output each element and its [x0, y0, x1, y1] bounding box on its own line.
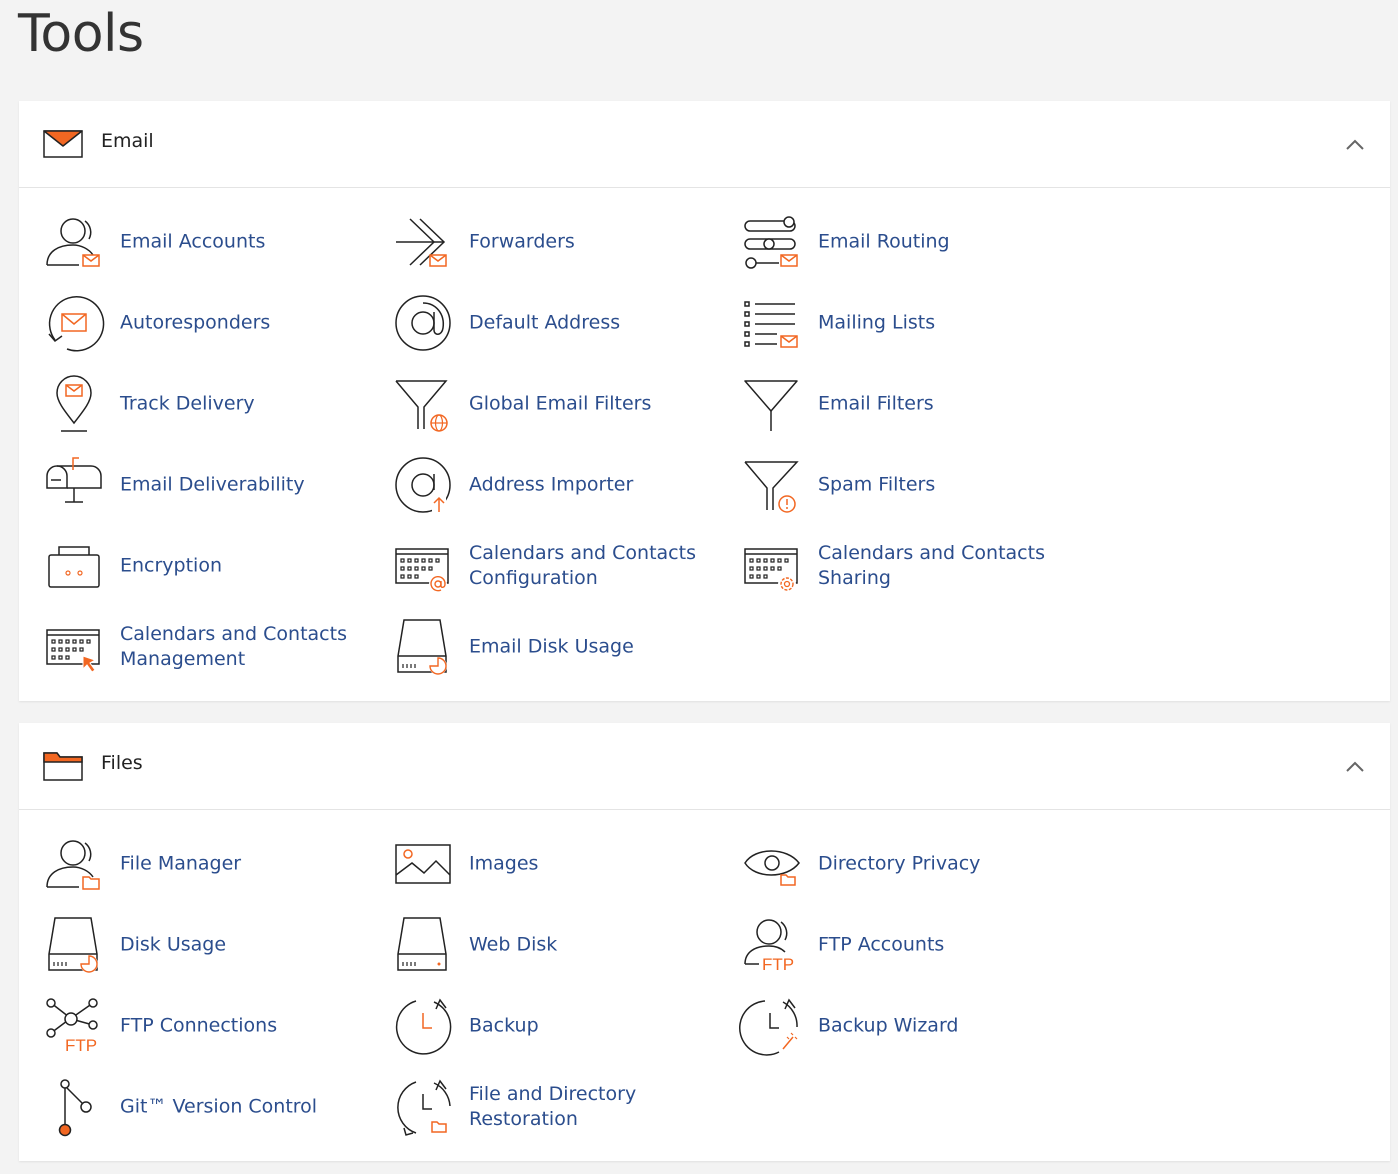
email-routing-link[interactable]: Email Routing — [743, 211, 1083, 273]
email-filters-link[interactable]: Email Filters — [743, 373, 1083, 435]
disk-usage-label: Disk Usage — [120, 933, 227, 956]
email-filters-label: Email Filters — [818, 392, 934, 415]
forwarders-link[interactable]: Forwarders — [394, 211, 734, 273]
spam-filters-label: Spam Filters — [818, 473, 936, 496]
calendars-contacts-sharing-label: Calendars and Contacts Sharing — [818, 542, 1045, 589]
calendars-contacts-configuration-link[interactable]: Calendars and Contacts Configuration — [394, 535, 734, 597]
file-directory-restoration-link[interactable]: File and Directory Restoration — [394, 1076, 734, 1138]
backup-wizard-link[interactable]: Backup Wizard — [739, 995, 1083, 1057]
default-address-label: Default Address — [469, 311, 621, 334]
backup-label: Backup — [469, 1014, 539, 1037]
eye-folder-icon — [744, 850, 800, 886]
files-panel: Files File Manager Images Directory Priv… — [19, 723, 1390, 1161]
email-panel-title: Email — [101, 130, 154, 152]
user-ftp-icon: FTP — [744, 919, 794, 974]
disk-usage-link[interactable]: Disk Usage — [45, 914, 385, 976]
ftp-connections-label: FTP Connections — [120, 1014, 278, 1037]
ftp-accounts-label: FTP Accounts — [818, 933, 945, 956]
file-directory-restoration-label: File and Directory Restoration — [469, 1083, 637, 1130]
backup-wizard-label: Backup Wizard — [818, 1014, 959, 1037]
calendar-cursor-icon — [46, 629, 100, 673]
images-link[interactable]: Images — [394, 833, 734, 895]
calendars-contacts-management-label: Calendars and Contacts Management — [120, 623, 347, 670]
mailing-lists-link[interactable]: Mailing Lists — [743, 292, 1083, 354]
web-disk-link[interactable]: Web Disk — [394, 914, 734, 976]
autoresponders-label: Autoresponders — [120, 311, 271, 334]
chevron-up-icon[interactable] — [1346, 139, 1364, 151]
global-email-filters-link[interactable]: Global Email Filters — [394, 373, 734, 435]
envelope-icon — [43, 130, 83, 158]
image-icon — [395, 844, 451, 884]
calendar-gear-icon — [744, 548, 798, 593]
ftp-accounts-link[interactable]: FTP FTP Accounts — [743, 914, 1083, 976]
git-branch-icon — [58, 1079, 92, 1137]
clock-backup-icon — [395, 998, 452, 1055]
file-manager-label: File Manager — [120, 852, 242, 875]
address-importer-label: Address Importer — [469, 473, 634, 496]
clock-wand-icon — [739, 998, 798, 1056]
at-sign-icon — [395, 295, 451, 351]
calendar-at-icon — [395, 548, 449, 593]
chevron-up-icon[interactable] — [1346, 761, 1364, 773]
clock-restore-folder-icon — [397, 1079, 451, 1136]
forwarders-label: Forwarders — [469, 230, 575, 253]
track-delivery-label: Track Delivery — [120, 392, 255, 415]
funnel-warning-icon — [744, 461, 799, 513]
user-mail-icon — [46, 218, 100, 267]
spam-filters-link[interactable]: Spam Filters — [743, 454, 1083, 516]
disk-chart-icon — [397, 619, 447, 675]
email-panel-header[interactable]: Email — [19, 101, 1390, 188]
calendars-contacts-management-link[interactable]: Calendars and Contacts Management — [45, 616, 385, 678]
email-routing-label: Email Routing — [818, 230, 950, 253]
email-disk-usage-link[interactable]: Email Disk Usage — [394, 616, 734, 678]
ftp-connections-link[interactable]: FTP FTP Connections — [45, 995, 385, 1057]
at-import-icon — [395, 457, 451, 514]
encryption-label: Encryption — [120, 554, 223, 577]
directory-privacy-link[interactable]: Directory Privacy — [743, 833, 1083, 895]
ftp-badge: FTP — [65, 1036, 97, 1055]
files-panel-header[interactable]: Files — [19, 723, 1390, 810]
git-version-control-link[interactable]: Git™ Version Control — [45, 1076, 385, 1138]
email-deliverability-link[interactable]: Email Deliverability — [45, 454, 385, 516]
list-mail-icon — [744, 301, 798, 348]
page-title: Tools — [18, 4, 144, 64]
git-version-control-label: Git™ Version Control — [120, 1095, 318, 1118]
forward-arrow-icon — [396, 218, 447, 267]
directory-privacy-label: Directory Privacy — [818, 852, 981, 875]
autoresponder-icon — [48, 296, 105, 352]
default-address-link[interactable]: Default Address — [394, 292, 734, 354]
disk-icon — [397, 917, 447, 971]
map-pin-mail-icon — [56, 375, 92, 432]
routing-icon — [744, 216, 798, 269]
email-accounts-link[interactable]: Email Accounts — [45, 211, 385, 273]
mailbox-icon — [46, 457, 102, 503]
calendars-contacts-sharing-link[interactable]: Calendars and Contacts Sharing — [743, 535, 1083, 597]
global-email-filters-label: Global Email Filters — [469, 392, 652, 415]
track-delivery-link[interactable]: Track Delivery — [45, 373, 385, 435]
encryption-link[interactable]: Encryption — [45, 535, 385, 597]
mailing-lists-label: Mailing Lists — [818, 311, 936, 334]
email-accounts-label: Email Accounts — [120, 230, 266, 253]
funnel-icon — [744, 380, 798, 431]
email-deliverability-label: Email Deliverability — [120, 473, 305, 496]
autoresponders-link[interactable]: Autoresponders — [45, 292, 385, 354]
web-disk-label: Web Disk — [469, 933, 558, 956]
ftp-badge: FTP — [762, 955, 794, 974]
email-disk-usage-label: Email Disk Usage — [469, 635, 634, 658]
email-panel: Email Email Accounts Forwarders Email Ro… — [19, 101, 1390, 701]
user-folder-icon — [46, 840, 100, 890]
address-importer-link[interactable]: Address Importer — [394, 454, 734, 516]
folder-icon — [43, 752, 83, 781]
files-panel-title: Files — [101, 752, 143, 774]
images-label: Images — [469, 852, 539, 875]
file-manager-link[interactable]: File Manager — [45, 833, 385, 895]
calendars-contacts-configuration-label: Calendars and Contacts Configuration — [469, 542, 696, 589]
funnel-globe-icon — [395, 380, 448, 432]
backup-link[interactable]: Backup — [394, 995, 734, 1057]
disk-chart-icon — [48, 917, 98, 973]
key-box-icon — [48, 546, 100, 588]
network-ftp-icon: FTP — [46, 998, 98, 1055]
